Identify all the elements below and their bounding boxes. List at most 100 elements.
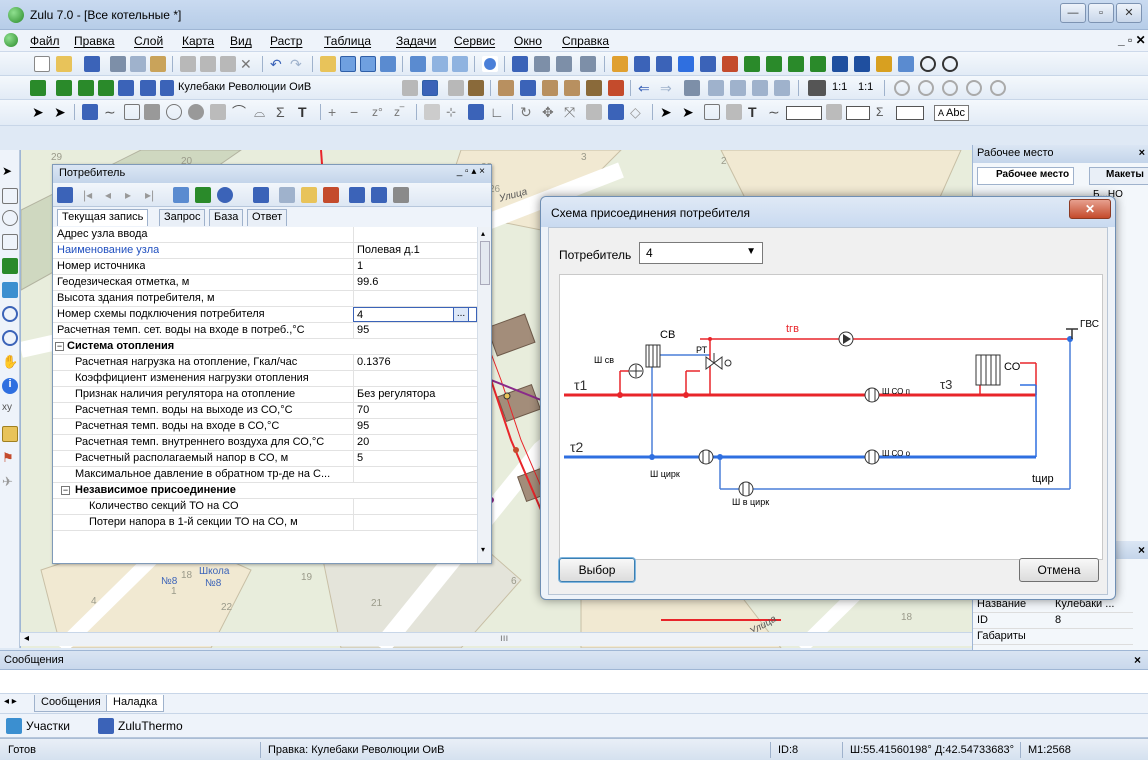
property-row[interactable]: Расчетная темп. воды на входе в СО,°С 95: [53, 419, 477, 435]
property-row[interactable]: Расчетная темп. воды на выходе из СО,°С 7…: [53, 403, 477, 419]
menu-table[interactable]: Таблица: [324, 34, 371, 48]
property-row[interactable]: Геодезическая отметка, м 99.6: [53, 275, 477, 291]
query-icon-4[interactable]: [564, 80, 580, 96]
table-icon[interactable]: [393, 187, 409, 203]
style-icon-2[interactable]: [448, 80, 464, 96]
scroll-thumb[interactable]: ııı: [500, 633, 508, 644]
circle-icon-4[interactable]: [966, 80, 982, 96]
property-row[interactable]: Номер источника 1: [53, 259, 477, 275]
copy-icon[interactable]: [200, 56, 216, 72]
menu-service[interactable]: Сервис: [454, 34, 495, 48]
props-close-icon[interactable]: ×: [1138, 543, 1145, 557]
property-value[interactable]: [353, 227, 477, 242]
text-icon[interactable]: T: [298, 104, 314, 120]
refresh-icon[interactable]: [2, 258, 18, 274]
pointer-icon[interactable]: ➤: [2, 164, 18, 180]
tab-layouts[interactable]: Макеты: [1089, 167, 1148, 185]
zoom-in-icon[interactable]: [2, 306, 18, 322]
nav-icon-4[interactable]: [752, 80, 768, 96]
delete-record-icon[interactable]: [323, 187, 339, 203]
scroll-down-icon[interactable]: ▾: [481, 545, 485, 554]
move-icon[interactable]: ✥: [542, 104, 558, 120]
property-row[interactable]: Количество секций ТО на СО: [53, 499, 477, 515]
connection-scheme-diagram[interactable]: СВ Ш св РТ tгв ГВС СО τ1 τ2 τ3 Ш СО п Ш …: [559, 274, 1103, 560]
circle-icon-2[interactable]: [918, 80, 934, 96]
trace-icon[interactable]: ✈: [2, 474, 18, 490]
maximize-button[interactable]: ▫: [1088, 3, 1114, 23]
bookmark-icon[interactable]: [808, 80, 826, 96]
property-value[interactable]: 20: [353, 435, 477, 450]
prev-record-icon[interactable]: ◂: [105, 187, 121, 203]
style-icon-3[interactable]: [468, 80, 484, 96]
property-value[interactable]: [353, 467, 477, 482]
text-icon-2[interactable]: T: [748, 104, 764, 120]
menu-tasks[interactable]: Задачи: [396, 34, 436, 48]
property-row[interactable]: Расчетная темп. сет. воды на входе в пот…: [53, 323, 477, 339]
curve-icon[interactable]: ∼: [104, 104, 120, 120]
network-icon-12[interactable]: [854, 56, 870, 72]
menu-window[interactable]: Окно: [514, 34, 542, 48]
menu-view[interactable]: Вид: [230, 34, 252, 48]
snap-icon[interactable]: ⊹: [446, 104, 462, 120]
network-icon-11[interactable]: [832, 56, 848, 72]
menu-layer[interactable]: Слой: [134, 34, 163, 48]
fill-style-box[interactable]: [846, 106, 870, 120]
flag-icon[interactable]: ⚑: [2, 450, 18, 466]
property-row[interactable]: Расчетная нагрузка на отопление, Гкал/ча…: [53, 355, 477, 371]
print-record-icon[interactable]: [371, 187, 387, 203]
tab-base[interactable]: База: [209, 209, 244, 226]
network-icon-6[interactable]: [722, 56, 738, 72]
line-icon[interactable]: ∼: [768, 104, 784, 120]
nav-icon-1[interactable]: [684, 80, 700, 96]
scroll-left-icon[interactable]: ◂: [24, 633, 29, 644]
property-group[interactable]: Независимое присоединение −: [53, 483, 477, 499]
tile-icon[interactable]: [410, 56, 426, 72]
property-row[interactable]: Наименование узла Полевая д.1: [53, 243, 477, 259]
grid-view-icon[interactable]: [57, 187, 73, 203]
layer-tool-icon[interactable]: [586, 104, 602, 120]
layer-add-icon[interactable]: [30, 80, 46, 96]
redo-icon[interactable]: ↷: [290, 56, 306, 72]
grid-icon[interactable]: [380, 56, 396, 72]
zoom-icon-1[interactable]: [534, 56, 550, 72]
sigma-icon[interactable]: Σ: [276, 104, 292, 120]
search-icon[interactable]: [217, 187, 233, 203]
play-icon[interactable]: [920, 56, 936, 72]
circle-icon-3[interactable]: [942, 80, 958, 96]
layer-icon-4[interactable]: [98, 80, 114, 96]
select-arrow-icon-2[interactable]: ➤: [660, 104, 676, 120]
network-icon-1[interactable]: [612, 56, 628, 72]
clipboard-icon[interactable]: [220, 56, 236, 72]
last-record-icon[interactable]: ▸|: [145, 187, 161, 203]
measure-icon[interactable]: [2, 426, 18, 442]
layer-icon-2[interactable]: [56, 80, 72, 96]
property-row[interactable]: Номер схемы подключения потребителя 4...: [53, 307, 477, 323]
polygon-icon[interactable]: [210, 104, 226, 120]
properties-icon[interactable]: [320, 56, 336, 72]
edit-record-icon[interactable]: [279, 187, 295, 203]
layout-icon[interactable]: [360, 56, 376, 72]
circle-icon-5[interactable]: [990, 80, 1006, 96]
property-value[interactable]: [353, 291, 477, 306]
paste-icon[interactable]: [150, 56, 166, 72]
tab-current-record[interactable]: Текущая запись: [57, 209, 149, 226]
topology-icon[interactable]: [608, 104, 624, 120]
tab-answer[interactable]: Ответ: [247, 209, 288, 226]
node-icon-1[interactable]: z°: [372, 104, 388, 120]
diamond-icon[interactable]: ◇: [630, 104, 646, 120]
menu-file[interactable]: Файл: [30, 34, 60, 48]
property-row[interactable]: Высота здания потребителя, м: [53, 291, 477, 307]
frame-icon[interactable]: [452, 56, 468, 72]
layer-name[interactable]: Кулебаки Революции ОиВ: [178, 81, 311, 93]
scroll-up-icon[interactable]: ▴: [481, 229, 485, 238]
print-icon[interactable]: [110, 56, 126, 72]
property-row[interactable]: Потери напора в 1-й секции ТО на СО, м: [53, 515, 477, 531]
fill-icon[interactable]: [826, 104, 842, 120]
select-poly-icon[interactable]: [2, 234, 18, 250]
query-icon-1[interactable]: [498, 80, 514, 96]
tab-query[interactable]: Запрос: [159, 209, 206, 226]
property-row[interactable]: Расчетный располагаемый напор в СО, м 5: [53, 451, 477, 467]
property-value[interactable]: 1: [353, 259, 477, 274]
messages-close-icon[interactable]: ×: [1134, 653, 1141, 667]
rect-icon[interactable]: [124, 104, 140, 120]
